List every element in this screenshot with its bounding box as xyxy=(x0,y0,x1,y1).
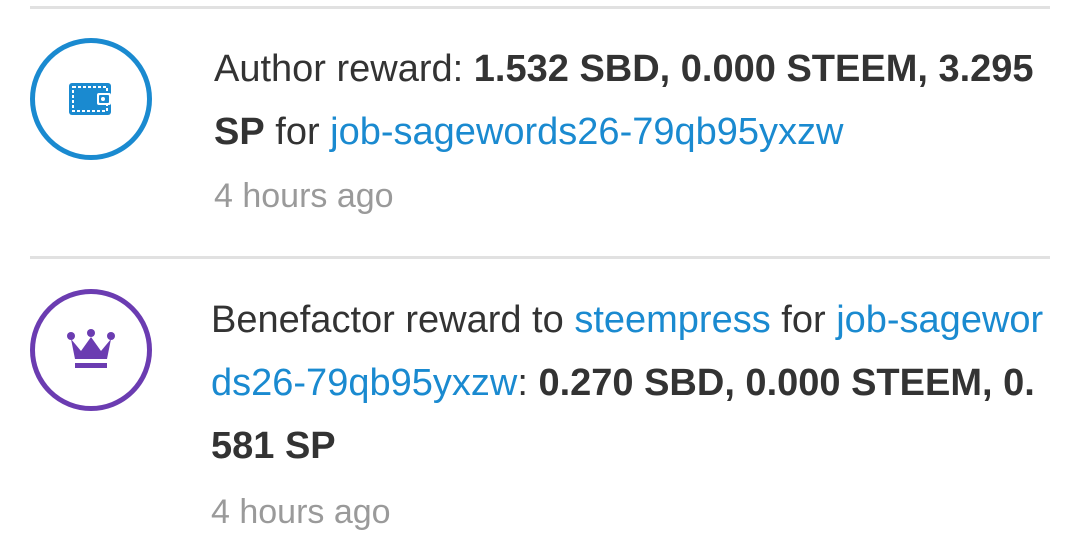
benefactor-reward-label: Benefactor reward to xyxy=(211,299,575,341)
author-reward-avatar xyxy=(30,38,152,160)
crown-icon xyxy=(67,329,115,368)
author-reward-post-link[interactable]: job-sagewords26-79qb95yxzw xyxy=(330,111,843,153)
benefactor-reward-item: Benefactor reward to steempress for job-… xyxy=(0,259,1080,552)
author-reward-text: Author reward: 1.532 SBD, 0.000 STEEM, 3… xyxy=(214,38,1054,164)
benefactor-reward-text: Benefactor reward to steempress for job-… xyxy=(211,289,1054,478)
benefactor-reward-colon: : xyxy=(517,362,539,404)
author-reward-item: Author reward: 1.532 SBD, 0.000 STEEM, 3… xyxy=(0,0,1080,256)
beneficiary-link[interactable]: steempress xyxy=(574,299,770,341)
benefactor-reward-for-word: for xyxy=(770,299,837,341)
benefactor-reward-timestamp: 4 hours ago xyxy=(211,493,391,531)
author-reward-label: Author reward: xyxy=(214,48,474,90)
benefactor-reward-avatar xyxy=(30,289,152,411)
author-reward-timestamp: 4 hours ago xyxy=(214,177,394,215)
author-reward-for-word: for xyxy=(264,111,331,153)
wallet-icon xyxy=(69,83,111,115)
